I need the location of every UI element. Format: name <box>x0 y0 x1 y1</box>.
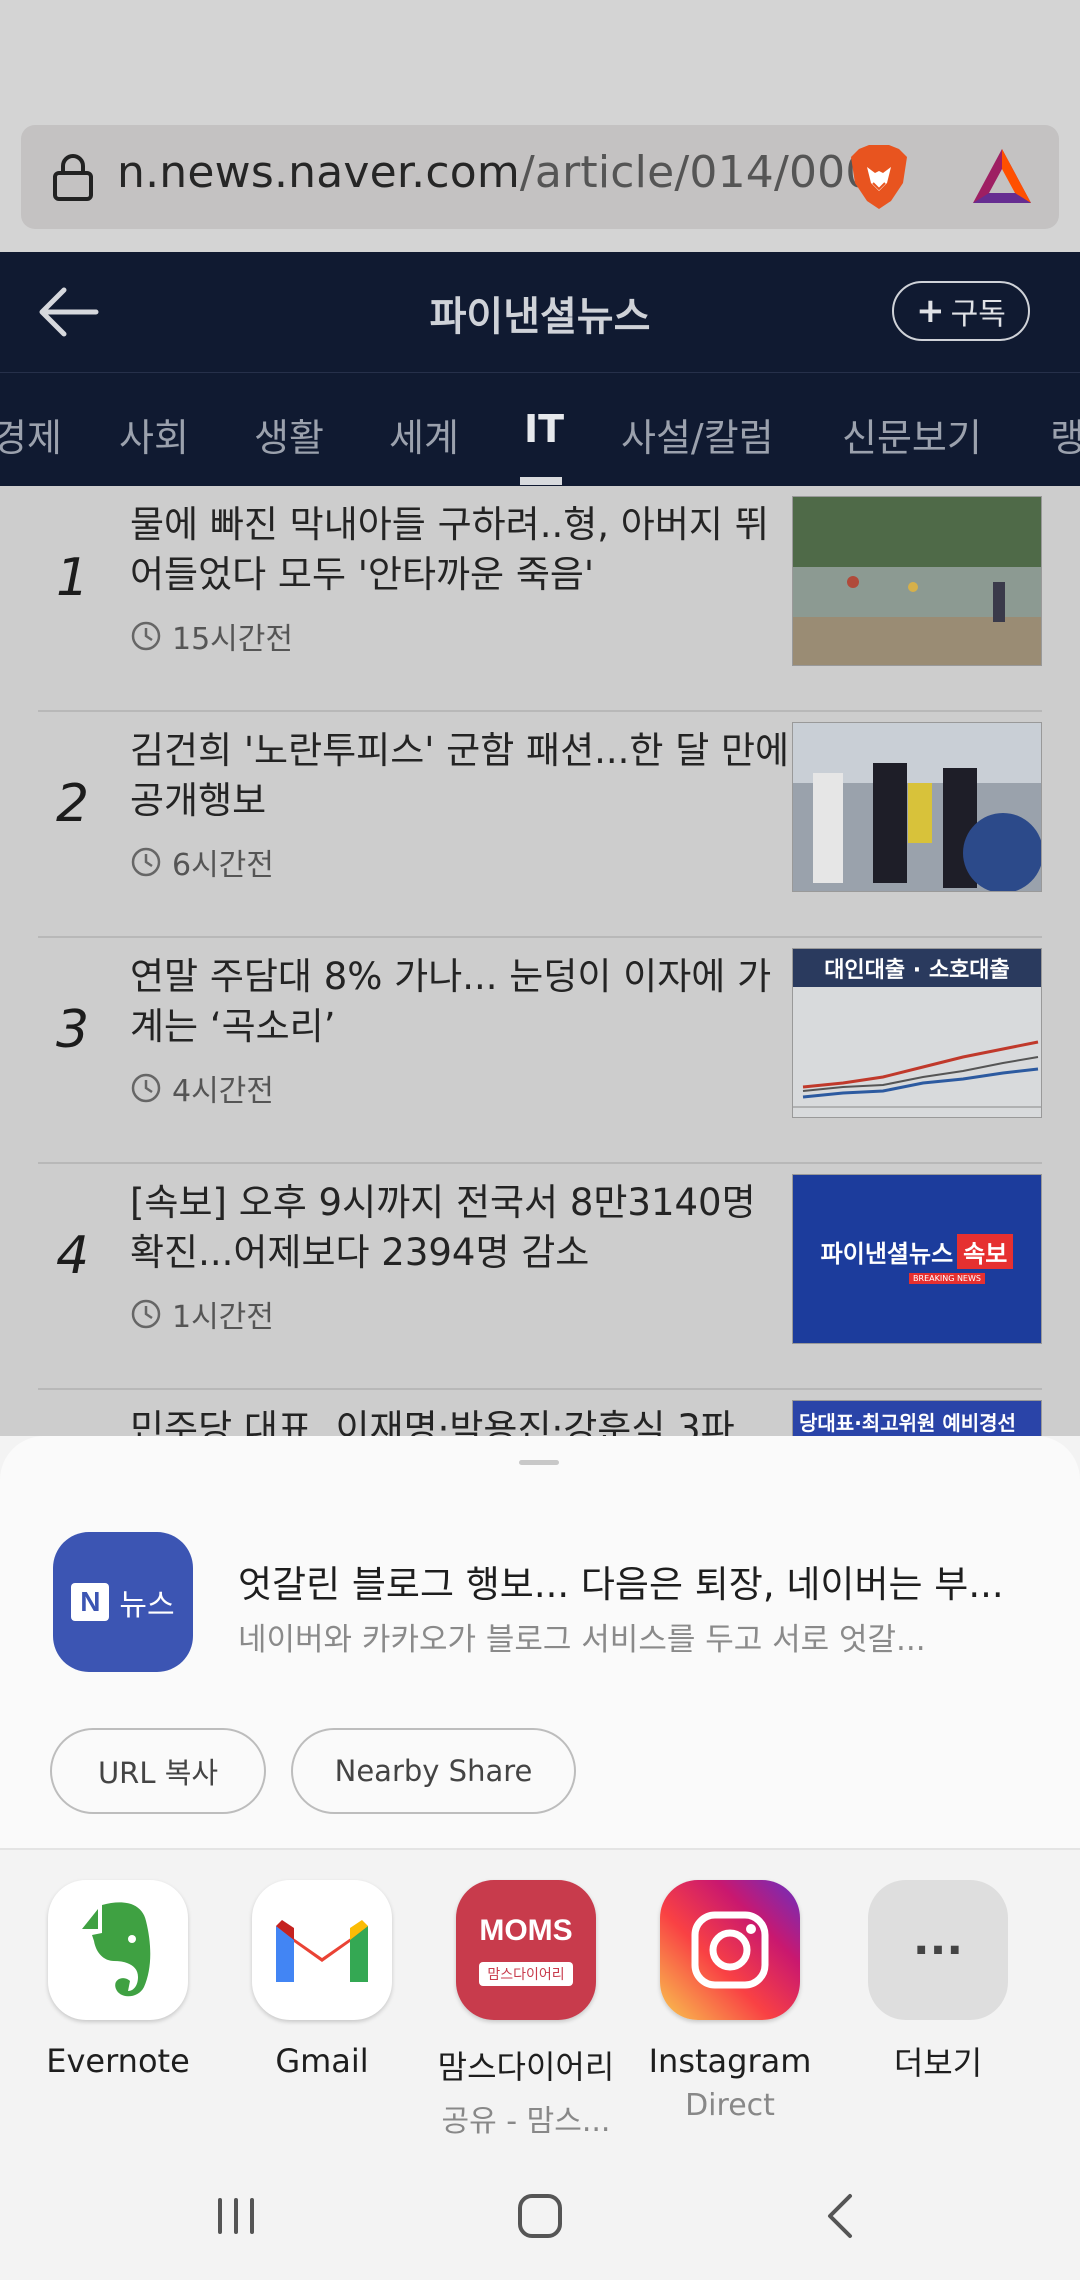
lock-icon <box>53 154 93 201</box>
article-time: 1시간전 <box>172 1300 274 1335</box>
river-rescue-photo <box>793 497 1041 665</box>
naver-news-label: 뉴스 <box>119 1588 175 1623</box>
bat-rewards-icon[interactable] <box>969 145 1035 207</box>
url-path: /article/014/000 <box>519 147 874 198</box>
category-tabs: 경제 사회 생활 세계 IT 사설/칼럼 신문보기 랭 <box>0 372 1080 486</box>
thumbnail-caption: 당대표·최고위원 예비경선 <box>799 1411 1016 1435</box>
app-subtitle: Direct <box>685 2088 775 2123</box>
app-name: Instagram <box>648 2042 812 2080</box>
article-thumbnail[interactable] <box>792 496 1042 666</box>
share-target-evernote[interactable]: Evernote <box>18 1880 218 2080</box>
recent-apps-icon[interactable] <box>206 2190 266 2242</box>
clock-icon <box>131 1299 161 1329</box>
share-sheet: N 뉴스 엇갈린 블로그 행보... 다음은 퇴장, 네이버는 부... 네이버… <box>0 1436 1080 2152</box>
active-tab-indicator <box>520 477 562 485</box>
app-name: 맘스다이어리 <box>437 2048 615 2086</box>
copy-url-button[interactable]: URL 복사 <box>50 1728 266 1814</box>
thumbnail-brand: 파이낸셜뉴스 <box>820 1240 954 1268</box>
article-meta: 4시간전 <box>130 1066 274 1110</box>
article-rank: 4 <box>56 1226 90 1286</box>
article-title[interactable]: 김건희 '노란투피스' 군함 패션...한 달 만에 공개행보 <box>130 726 790 826</box>
subscribe-button[interactable]: + 구독 <box>892 281 1030 341</box>
article-rank: 1 <box>56 548 90 608</box>
share-app-row: Evernote Gmail MOMS 맘스다이어리 맘스다이어리 공유 - 맘… <box>0 1850 1080 2152</box>
article-rank: 3 <box>56 1000 90 1060</box>
sheet-handle[interactable] <box>519 1460 559 1465</box>
share-target-moms-diary[interactable]: MOMS 맘스다이어리 맘스다이어리 공유 - 맘스... <box>426 1880 626 2140</box>
article-time: 4시간전 <box>172 1074 274 1109</box>
url-host: n.news.naver.com <box>117 147 520 198</box>
article-thumbnail[interactable]: 대인대출 · 소호대출 <box>792 948 1042 1118</box>
url-bar[interactable]: n.news.naver.com/article/014/000 <box>21 125 1059 229</box>
loan-rate-chart-image <box>793 1040 1041 1108</box>
tab-economy[interactable]: 경제 <box>0 407 62 462</box>
moms-logo-sub: 맘스다이어리 <box>479 1962 573 1986</box>
moms-diary-icon: MOMS 맘스다이어리 <box>456 1880 596 2020</box>
article-rank: 2 <box>56 774 90 834</box>
home-icon[interactable] <box>510 2190 570 2242</box>
share-target-gmail[interactable]: Gmail <box>222 1880 422 2080</box>
article-item[interactable]: 민주당 대표, 이재명·박용진·강훈식 3파 당대표·최고위원 예비경선 <box>38 1390 1042 1436</box>
article-item[interactable]: 1 물에 빠진 막내아들 구하려..형, 아버지 뛰어들었다 모두 '안타까운 … <box>38 486 1042 712</box>
share-target-instagram[interactable]: Instagram Direct <box>630 1880 830 2123</box>
gmail-icon <box>252 1880 392 2020</box>
plus-icon: + <box>916 291 945 331</box>
nearby-share-button[interactable]: Nearby Share <box>291 1728 576 1814</box>
share-content-description: 네이버와 카카오가 블로그 서비스를 두고 서로 엇갈... <box>238 1622 926 1658</box>
thumbnail-sub: BREAKING NEWS <box>909 1273 985 1284</box>
naver-n-icon: N <box>71 1583 110 1621</box>
article-title[interactable]: [속보] 오후 9시까지 전국서 8만3140명 확진...어제보다 2394명… <box>130 1178 790 1278</box>
site-header: 파이낸셜뉴스 + 구독 <box>0 252 1080 372</box>
article-meta: 1시간전 <box>130 1292 274 1336</box>
article-item[interactable]: 3 연말 주담대 8% 가나... 눈덩이 이자에 가계는 ‘곡소리’ 4시간전… <box>38 938 1042 1164</box>
article-item[interactable]: 4 [속보] 오후 9시까지 전국서 8만3140명 확진...어제보다 239… <box>38 1164 1042 1390</box>
share-target-more[interactable]: ··· 더보기 <box>838 1880 1038 2084</box>
tab-world[interactable]: 세계 <box>389 407 459 462</box>
article-thumbnail[interactable]: 파이낸셜뉴스 속보 BREAKING NEWS <box>792 1174 1042 1344</box>
tab-ranking[interactable]: 랭 <box>1050 407 1080 462</box>
share-content-title: 엇갈린 블로그 행보... 다음은 퇴장, 네이버는 부... <box>238 1563 1004 1606</box>
url-text[interactable]: n.news.naver.com/article/014/000 <box>117 147 874 198</box>
evernote-icon <box>48 1880 188 2020</box>
brave-lion-icon[interactable] <box>847 143 911 211</box>
instagram-icon <box>660 1880 800 2020</box>
article-title[interactable]: 민주당 대표, 이재명·박용진·강훈식 3파 <box>130 1404 790 1436</box>
article-time: 15시간전 <box>172 622 293 657</box>
article-time: 6시간전 <box>172 848 274 883</box>
tab-society[interactable]: 사회 <box>119 407 189 462</box>
clock-icon <box>131 847 161 877</box>
article-meta: 6시간전 <box>130 840 274 884</box>
app-subtitle: 공유 - 맘스... <box>441 2104 611 2139</box>
article-thumbnail[interactable] <box>792 722 1042 892</box>
tab-newspaper[interactable]: 신문보기 <box>842 407 982 462</box>
thumbnail-caption: 대인대출 · 소호대출 <box>793 949 1041 987</box>
system-nav-bar <box>0 2152 1080 2280</box>
tab-editorial[interactable]: 사설/칼럼 <box>621 407 774 462</box>
moms-logo-text: MOMS <box>479 1914 573 1947</box>
app-name: Evernote <box>46 2042 190 2080</box>
article-meta: 15시간전 <box>130 614 293 658</box>
tab-life[interactable]: 생활 <box>254 407 324 462</box>
app-name: Gmail <box>275 2042 369 2080</box>
tab-it[interactable]: IT <box>524 407 564 451</box>
clock-icon <box>131 621 161 651</box>
article-item[interactable]: 2 김건희 '노란투피스' 군함 패션...한 달 만에 공개행보 6시간전 <box>38 712 1042 938</box>
article-title[interactable]: 연말 주담대 8% 가나... 눈덩이 이자에 가계는 ‘곡소리’ <box>130 952 790 1052</box>
app-name: 더보기 <box>893 2044 983 2082</box>
article-thumbnail[interactable]: 당대표·최고위원 예비경선 <box>792 1400 1042 1436</box>
more-icon: ··· <box>868 1880 1008 2020</box>
subscribe-label: 구독 <box>950 297 1006 332</box>
ceremony-photo <box>793 723 1041 891</box>
article-list: 1 물에 빠진 막내아들 구하려..형, 아버지 뛰어들었다 모두 '안타까운 … <box>0 486 1080 1436</box>
article-title[interactable]: 물에 빠진 막내아들 구하려..형, 아버지 뛰어들었다 모두 '안타까운 죽음… <box>130 500 790 600</box>
back-icon[interactable] <box>812 2190 872 2242</box>
clock-icon <box>131 1073 161 1103</box>
thumbnail-breaking-tag: 속보 <box>957 1234 1014 1269</box>
browser-toolbar: n.news.naver.com/article/014/000 <box>0 0 1080 252</box>
naver-news-app-icon: N 뉴스 <box>53 1532 193 1672</box>
